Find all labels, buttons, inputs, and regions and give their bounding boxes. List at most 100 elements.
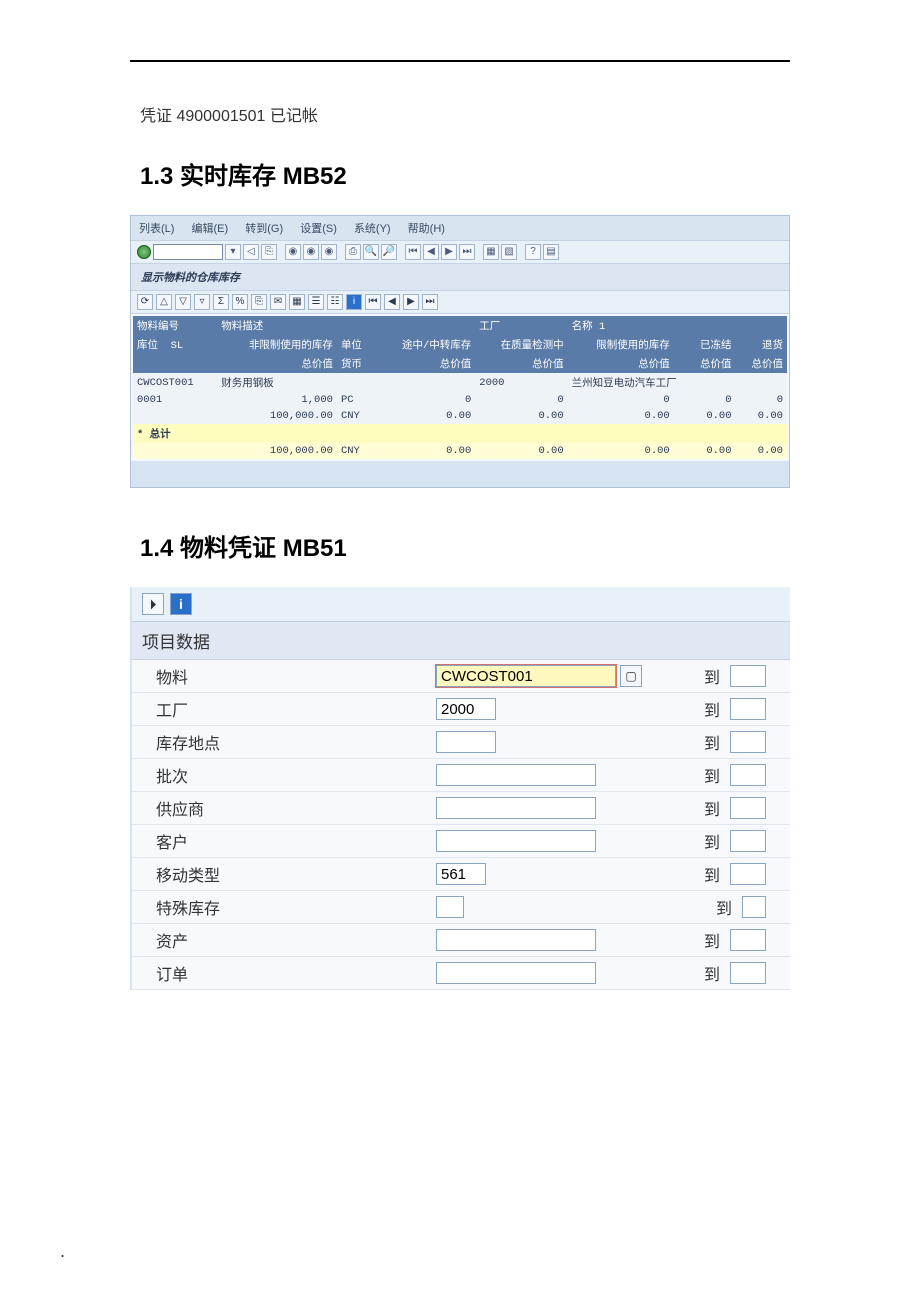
firstpage-icon[interactable]: ⏮ — [405, 244, 421, 260]
layout2-icon[interactable]: ▧ — [501, 244, 517, 260]
sortdesc-icon[interactable]: ▽ — [175, 294, 191, 310]
material-to-field[interactable] — [730, 665, 766, 687]
more-icon[interactable]: ▤ — [543, 244, 559, 260]
menu-settings[interactable]: 设置(S) — [300, 223, 337, 235]
asset-to-field[interactable] — [730, 929, 766, 951]
nav-first-icon[interactable]: ⏮ — [365, 294, 381, 310]
refresh-icon[interactable]: ⟳ — [137, 294, 153, 310]
asset-field[interactable] — [436, 929, 596, 951]
menu-edit[interactable]: 编辑(E) — [192, 223, 229, 235]
order-field[interactable] — [436, 962, 596, 984]
customer-to-field[interactable] — [730, 830, 766, 852]
order-to-field[interactable] — [730, 962, 766, 984]
help-icon[interactable]: ? — [525, 244, 541, 260]
total-values-row: 100,000.00 CNY 0.00 0.00 0.00 0.00 0.00 — [133, 443, 787, 459]
to-label: 到 — [680, 928, 720, 952]
findnext-icon[interactable]: 🔎 — [381, 244, 397, 260]
vendor-field[interactable] — [436, 797, 596, 819]
menu-list[interactable]: 列表(L) — [139, 223, 174, 235]
section-1-3-heading: 1.3 实时库存 MB52 — [140, 156, 860, 191]
col-plant: 工厂 — [475, 316, 567, 335]
plant-label: 工厂 — [156, 697, 436, 721]
special-label: 特殊库存 — [156, 895, 436, 919]
plant-to-field[interactable] — [730, 698, 766, 720]
special-field[interactable] — [436, 896, 464, 918]
ok-icon[interactable] — [137, 245, 151, 259]
mb51-screenshot: ⏵ i 项目数据 物料 ▢ 到 工厂 到 库存地点 到 批次 到 — [130, 587, 790, 990]
posted-voucher-note: 凭证 4900001501 已记帐 — [140, 102, 860, 126]
sloc-field[interactable] — [436, 731, 496, 753]
dropdown-icon[interactable]: ▾ — [225, 244, 241, 260]
find-icon[interactable]: 🔍 — [363, 244, 379, 260]
subtotal-icon[interactable]: % — [232, 294, 248, 310]
batch-to-field[interactable] — [730, 764, 766, 786]
row-asset: 资产 到 — [132, 924, 790, 957]
grid-icon[interactable]: ▦ — [289, 294, 305, 310]
info-icon[interactable]: i — [170, 593, 192, 615]
table-row[interactable]: CWCOST001 财务用钢板 2000 兰州知豆电动汽车工厂 — [133, 373, 787, 392]
col2-icon[interactable]: ☷ — [327, 294, 343, 310]
cancel-icon[interactable]: ◉ — [321, 244, 337, 260]
mail-icon[interactable]: ✉ — [270, 294, 286, 310]
exit-icon[interactable]: ◉ — [303, 244, 319, 260]
customer-label: 客户 — [156, 829, 436, 853]
menu-goto[interactable]: 转到(G) — [245, 223, 283, 235]
special-to-field[interactable] — [742, 896, 766, 918]
row-mvt: 移动类型 到 — [132, 858, 790, 891]
sloc-to-field[interactable] — [730, 731, 766, 753]
sortasc-icon[interactable]: △ — [156, 294, 172, 310]
screen-title: 显示物料的仓库库存 — [131, 264, 789, 290]
print-icon[interactable]: ⎙ — [345, 244, 361, 260]
sloc-label: 库存地点 — [156, 730, 436, 754]
to-label: 到 — [680, 763, 720, 787]
vendor-to-field[interactable] — [730, 797, 766, 819]
nav-last-icon[interactable]: ⏭ — [422, 294, 438, 310]
row-order: 订单 到 — [132, 957, 790, 990]
batch-field[interactable] — [436, 764, 596, 786]
material-f4-icon[interactable]: ▢ — [620, 665, 642, 687]
to-label: 到 — [680, 730, 720, 754]
row-sloc: 库存地点 到 — [132, 726, 790, 759]
to-label: 到 — [680, 961, 720, 985]
nav-prev-icon[interactable]: ◀ — [384, 294, 400, 310]
table-row[interactable]: 0001 1,000 PC 0 0 0 0 0 — [133, 392, 787, 408]
mvt-to-field[interactable] — [730, 863, 766, 885]
stock-table: 物料编号 物料描述 工厂 名称 1 库位 SL 非限制使用的库存 单位 途中/中… — [133, 316, 787, 459]
execute-icon[interactable]: ⏵ — [142, 593, 164, 615]
info-icon[interactable]: i — [346, 294, 362, 310]
prevpage-icon[interactable]: ◀ — [423, 244, 439, 260]
back-icon[interactable]: ◉ — [285, 244, 301, 260]
nav-next-icon[interactable]: ▶ — [403, 294, 419, 310]
layout-icon[interactable]: ▦ — [483, 244, 499, 260]
menu-help[interactable]: 帮助(H) — [408, 223, 445, 235]
export-icon[interactable]: ⎘ — [251, 294, 267, 310]
col-desc: 物料描述 — [217, 316, 374, 335]
filter-icon[interactable]: ▿ — [194, 294, 210, 310]
sum-icon[interactable]: Σ — [213, 294, 229, 310]
to-label: 到 — [692, 895, 732, 919]
plant-field[interactable] — [436, 698, 496, 720]
section-1-4-heading: 1.4 物料凭证 MB51 — [140, 528, 860, 563]
to-label: 到 — [680, 829, 720, 853]
row-special: 特殊库存 到 — [132, 891, 790, 924]
nextpage-icon[interactable]: ▶ — [441, 244, 457, 260]
table-row[interactable]: 100,000.00 CNY 0.00 0.00 0.00 0.00 0.00 — [133, 408, 787, 424]
save-icon[interactable]: ◁ — [243, 244, 259, 260]
material-label: 物料 — [156, 664, 436, 688]
to-label: 到 — [680, 796, 720, 820]
save2-icon[interactable]: ⎘ — [261, 244, 277, 260]
command-field[interactable] — [153, 244, 223, 260]
material-field[interactable] — [436, 665, 616, 687]
mvt-field[interactable] — [436, 863, 486, 885]
mb52-screenshot: 列表(L) 编辑(E) 转到(G) 设置(S) 系统(Y) 帮助(H) ▾ ◁ … — [130, 215, 790, 488]
to-label: 到 — [680, 862, 720, 886]
customer-field[interactable] — [436, 830, 596, 852]
panel-title: 项目数据 — [132, 622, 790, 660]
lastpage-icon[interactable]: ⏭ — [459, 244, 475, 260]
mvt-label: 移动类型 — [156, 862, 436, 886]
col-icon[interactable]: ☰ — [308, 294, 324, 310]
row-customer: 客户 到 — [132, 825, 790, 858]
to-label: 到 — [680, 664, 720, 688]
to-label: 到 — [680, 697, 720, 721]
menu-system[interactable]: 系统(Y) — [354, 223, 391, 235]
